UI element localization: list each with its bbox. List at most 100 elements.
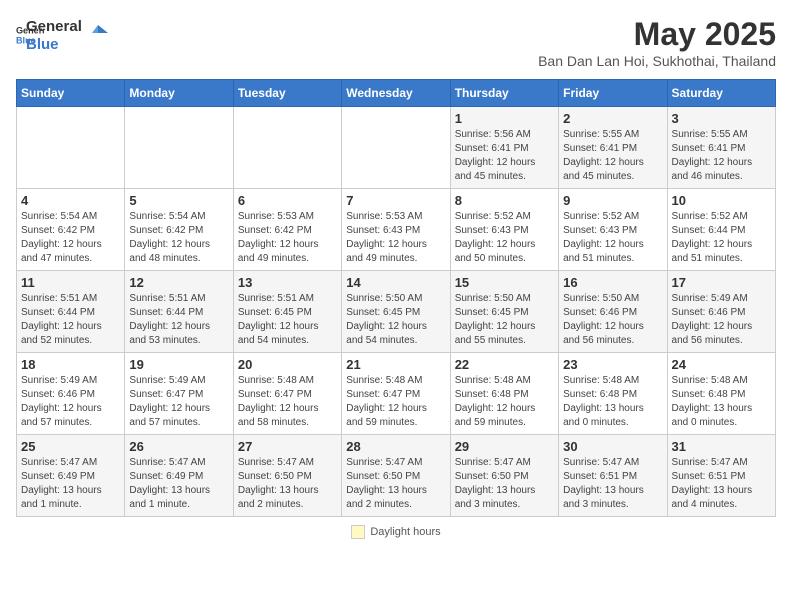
day-info: Sunrise: 5:50 AMSunset: 6:45 PMDaylight:… [346, 292, 445, 348]
day-number: 6 [238, 193, 337, 208]
day-number: 8 [455, 193, 554, 208]
calendar-cell: 1Sunrise: 5:56 AMSunset: 6:41 PMDaylight… [450, 107, 558, 189]
daylight-label: Daylight hours [370, 526, 440, 538]
calendar-cell [342, 107, 450, 189]
day-info: Sunrise: 5:47 AMSunset: 6:49 PMDaylight:… [129, 456, 228, 512]
daylight-color-box [351, 525, 365, 539]
calendar-cell: 28 Sunrise: 5:47 AMSunset: 6:50 PMDayligh… [342, 435, 450, 517]
day-number: 9 [563, 193, 662, 208]
calendar-cell: 26 Sunrise: 5:47 AMSunset: 6:49 PMDayligh… [125, 435, 233, 517]
day-info: Sunrise: 5:54 AMSunset: 6:42 PMDaylight:… [129, 210, 228, 266]
day-number: 10 [672, 193, 771, 208]
day-number: 2 [563, 111, 662, 126]
column-header-saturday: Saturday [667, 80, 775, 107]
calendar-cell [233, 107, 341, 189]
day-number: 31 [672, 439, 771, 454]
calendar-cell: 10 Sunrise: 5:52 AMSunset: 6:44 PMDayligh… [667, 189, 775, 271]
day-info: Sunrise: 5:52 AMSunset: 6:44 PMDaylight:… [672, 210, 771, 266]
calendar-week-5: 25 Sunrise: 5:47 AMSunset: 6:49 PMDayligh… [17, 435, 776, 517]
day-number: 14 [346, 275, 445, 290]
calendar-cell: 14 Sunrise: 5:50 AMSunset: 6:45 PMDayligh… [342, 271, 450, 353]
column-header-wednesday: Wednesday [342, 80, 450, 107]
day-number: 26 [129, 439, 228, 454]
day-info: Sunrise: 5:55 AMSunset: 6:41 PMDaylight:… [672, 128, 771, 184]
calendar-cell: 12 Sunrise: 5:51 AMSunset: 6:44 PMDayligh… [125, 271, 233, 353]
calendar-cell: 8 Sunrise: 5:52 AMSunset: 6:43 PMDaylight… [450, 189, 558, 271]
day-number: 16 [563, 275, 662, 290]
day-number: 22 [455, 357, 554, 372]
page-subtitle: Ban Dan Lan Hoi, Sukhothai, Thailand [538, 53, 776, 69]
day-number: 30 [563, 439, 662, 454]
day-info: Sunrise: 5:55 AMSunset: 6:41 PMDaylight:… [563, 128, 662, 184]
day-number: 5 [129, 193, 228, 208]
footer: Daylight hours [16, 525, 776, 539]
calendar-cell: 23Sunrise: 5:48 AMSunset: 6:48 PMDayligh… [559, 353, 667, 435]
column-header-thursday: Thursday [450, 80, 558, 107]
calendar-cell: 27Sunrise: 5:47 AMSunset: 6:50 PMDayligh… [233, 435, 341, 517]
calendar-cell: 9Sunrise: 5:52 AMSunset: 6:43 PMDaylight… [559, 189, 667, 271]
calendar-cell: 17 Sunrise: 5:49 AMSunset: 6:46 PMDayligh… [667, 271, 775, 353]
day-number: 28 [346, 439, 445, 454]
day-number: 7 [346, 193, 445, 208]
day-info: Sunrise: 5:47 AMSunset: 6:51 PMDaylight:… [672, 456, 771, 512]
day-number: 18 [21, 357, 120, 372]
day-info: Sunrise: 5:48 AMSunset: 6:48 PMDaylight:… [563, 374, 662, 430]
day-info: Sunrise: 5:48 AMSunset: 6:47 PMDaylight:… [238, 374, 337, 430]
day-number: 11 [21, 275, 120, 290]
calendar-table: SundayMondayTuesdayWednesdayThursdayFrid… [16, 79, 776, 517]
day-number: 3 [672, 111, 771, 126]
day-info: Sunrise: 5:48 AMSunset: 6:48 PMDaylight:… [672, 374, 771, 430]
calendar-cell: 6 Sunrise: 5:53 AMSunset: 6:42 PMDaylight… [233, 189, 341, 271]
calendar-cell: 30Sunrise: 5:47 AMSunset: 6:51 PMDayligh… [559, 435, 667, 517]
day-info: Sunrise: 5:48 AMSunset: 6:48 PMDaylight:… [455, 374, 554, 430]
calendar-cell: 16 Sunrise: 5:50 AMSunset: 6:46 PMDayligh… [559, 271, 667, 353]
day-info: Sunrise: 5:56 AMSunset: 6:41 PMDaylight:… [455, 128, 554, 184]
calendar-cell: 4 Sunrise: 5:54 AMSunset: 6:42 PMDaylight… [17, 189, 125, 271]
logo-general: General [26, 18, 82, 36]
day-info: Sunrise: 5:49 AMSunset: 6:47 PMDaylight:… [129, 374, 228, 430]
calendar-cell: 29Sunrise: 5:47 AMSunset: 6:50 PMDayligh… [450, 435, 558, 517]
day-info: Sunrise: 5:51 AMSunset: 6:44 PMDaylight:… [129, 292, 228, 348]
calendar-cell: 7 Sunrise: 5:53 AMSunset: 6:43 PMDaylight… [342, 189, 450, 271]
calendar-cell: 2 Sunrise: 5:55 AMSunset: 6:41 PMDaylight… [559, 107, 667, 189]
day-number: 24 [672, 357, 771, 372]
day-info: Sunrise: 5:51 AMSunset: 6:45 PMDaylight:… [238, 292, 337, 348]
logo-blue: Blue [26, 36, 82, 54]
daylight-legend: Daylight hours [351, 525, 440, 539]
day-number: 19 [129, 357, 228, 372]
day-number: 17 [672, 275, 771, 290]
day-info: Sunrise: 5:47 AMSunset: 6:50 PMDaylight:… [346, 456, 445, 512]
calendar-header-row: SundayMondayTuesdayWednesdayThursdayFrid… [17, 80, 776, 107]
calendar-cell [17, 107, 125, 189]
calendar-cell: 22 Sunrise: 5:48 AMSunset: 6:48 PMDayligh… [450, 353, 558, 435]
calendar-cell: 5 Sunrise: 5:54 AMSunset: 6:42 PMDaylight… [125, 189, 233, 271]
day-number: 29 [455, 439, 554, 454]
header: General Blue General Blue May 2025 Ban D… [16, 16, 776, 69]
column-header-friday: Friday [559, 80, 667, 107]
page-title: May 2025 [538, 16, 776, 53]
calendar-cell: 13 Sunrise: 5:51 AMSunset: 6:45 PMDayligh… [233, 271, 341, 353]
calendar-cell: 19 Sunrise: 5:49 AMSunset: 6:47 PMDayligh… [125, 353, 233, 435]
calendar-cell: 18Sunrise: 5:49 AMSunset: 6:46 PMDayligh… [17, 353, 125, 435]
day-info: Sunrise: 5:50 AMSunset: 6:46 PMDaylight:… [563, 292, 662, 348]
day-number: 15 [455, 275, 554, 290]
day-number: 13 [238, 275, 337, 290]
column-header-monday: Monday [125, 80, 233, 107]
column-header-tuesday: Tuesday [233, 80, 341, 107]
day-info: Sunrise: 5:54 AMSunset: 6:42 PMDaylight:… [21, 210, 120, 266]
day-info: Sunrise: 5:52 AMSunset: 6:43 PMDaylight:… [455, 210, 554, 266]
calendar-cell: 25Sunrise: 5:47 AMSunset: 6:49 PMDayligh… [17, 435, 125, 517]
calendar-week-3: 11 Sunrise: 5:51 AMSunset: 6:44 PMDayligh… [17, 271, 776, 353]
calendar-cell: 24 Sunrise: 5:48 AMSunset: 6:48 PMDayligh… [667, 353, 775, 435]
day-info: Sunrise: 5:49 AMSunset: 6:46 PMDaylight:… [672, 292, 771, 348]
calendar-cell: 15Sunrise: 5:50 AMSunset: 6:45 PMDayligh… [450, 271, 558, 353]
day-info: Sunrise: 5:53 AMSunset: 6:43 PMDaylight:… [346, 210, 445, 266]
logo-bird-icon [88, 23, 108, 43]
day-info: Sunrise: 5:53 AMSunset: 6:42 PMDaylight:… [238, 210, 337, 266]
day-number: 20 [238, 357, 337, 372]
day-number: 25 [21, 439, 120, 454]
calendar-cell: 20 Sunrise: 5:48 AMSunset: 6:47 PMDayligh… [233, 353, 341, 435]
calendar-cell: 11Sunrise: 5:51 AMSunset: 6:44 PMDayligh… [17, 271, 125, 353]
day-number: 12 [129, 275, 228, 290]
day-number: 4 [21, 193, 120, 208]
